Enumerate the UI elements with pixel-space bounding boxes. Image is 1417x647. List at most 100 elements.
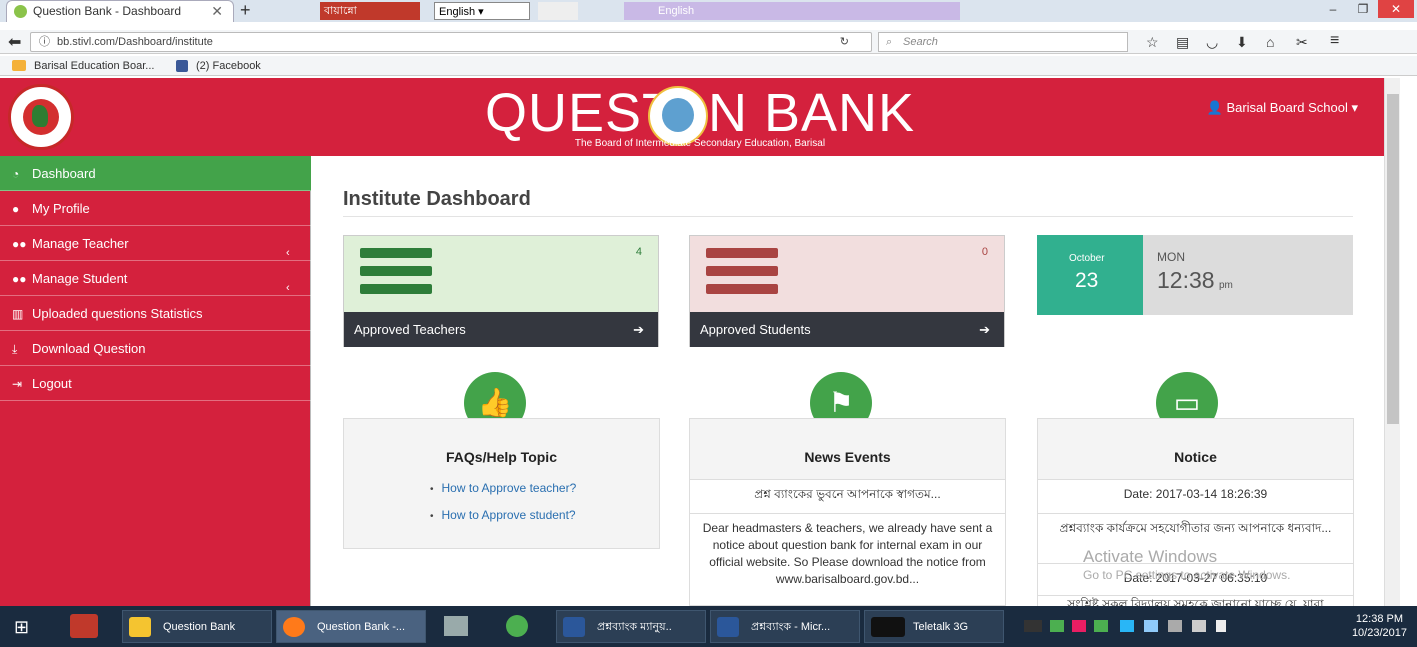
clock-date: 10/23/2017	[1351, 627, 1407, 639]
tray-app-icon[interactable]	[1024, 620, 1042, 632]
modem-icon	[871, 617, 905, 637]
bookmark-barisal[interactable]: Barisal Education Boar...	[34, 56, 154, 76]
news-title: News Events	[804, 449, 891, 465]
tray-app-icon[interactable]	[1120, 620, 1134, 632]
map-icon	[32, 105, 48, 127]
calculator-icon[interactable]	[444, 616, 468, 636]
user-icon: 👤	[1206, 100, 1223, 115]
flash-icon[interactable]	[70, 614, 98, 638]
volume-icon[interactable]	[1192, 620, 1206, 632]
taskbar-clock[interactable]: 12:38 PM 10/23/2017	[1352, 612, 1407, 640]
list-bar	[706, 266, 778, 276]
page-scrollbar[interactable]	[1384, 78, 1400, 606]
date-block: October 23	[1037, 235, 1143, 315]
sidebar-item-label: Manage Teacher	[32, 236, 129, 251]
card-footer[interactable]: Approved Students ➔	[690, 312, 1004, 347]
taskbar-item-firefox[interactable]: Question Bank -...	[276, 610, 426, 643]
scroll-thumb[interactable]	[1387, 94, 1399, 424]
translate-toolbar[interactable]: English	[624, 2, 960, 20]
page-title: Institute Dashboard	[343, 188, 531, 210]
list-bar	[360, 266, 432, 276]
battery-icon[interactable]	[1216, 620, 1226, 632]
users-icon: ●●	[12, 237, 27, 251]
sidebar-item-logout[interactable]: ⇥ Logout	[0, 366, 311, 401]
sidebar-item-my-profile[interactable]: ● My Profile	[0, 191, 311, 226]
word-icon	[717, 617, 739, 637]
word-icon	[563, 617, 585, 637]
govt-seal-logo	[8, 84, 74, 150]
search-placeholder: Search	[903, 36, 938, 48]
browser-tab[interactable]: Question Bank - Dashboard ✕	[6, 0, 234, 22]
date-time-card: October 23 MON 12:38 pm	[1037, 235, 1353, 315]
faq-link-approve-teacher[interactable]: How to Approve teacher?	[430, 481, 577, 495]
approved-students-card[interactable]: 0 Approved Students ➔	[689, 235, 1005, 347]
card-body: 0	[690, 236, 1004, 312]
approved-teachers-card[interactable]: 4 Approved Teachers ➔	[343, 235, 659, 347]
taskbar-item-label: Teletalk 3G	[913, 621, 969, 633]
list-bar	[360, 284, 432, 294]
back-arrow-icon[interactable]: ⬅	[8, 32, 21, 52]
reading-list-icon[interactable]: ▤	[1176, 34, 1189, 51]
bookmark-facebook[interactable]: (2) Facebook	[196, 56, 261, 76]
faq-link-approve-student[interactable]: How to Approve student?	[430, 508, 576, 522]
divider	[343, 216, 1353, 217]
sidebar-item-statistics[interactable]: ▥ Uploaded questions Statistics	[0, 296, 311, 331]
menu-icon[interactable]: ≡	[1330, 32, 1339, 50]
chrome-icon[interactable]	[506, 615, 528, 637]
language-select-value: English	[439, 6, 476, 18]
sidebar-item-manage-student[interactable]: ●● Manage Student ‹	[0, 261, 311, 296]
tray-app-icon[interactable]	[1144, 620, 1158, 632]
activate-windows-hint: Go to PC settings to activate Windows.	[1083, 568, 1291, 582]
restore-button[interactable]: ❐	[1348, 0, 1378, 18]
site-favicon-icon	[14, 5, 27, 18]
sidebar-item-label: Download Question	[32, 341, 146, 356]
downloads-icon[interactable]: ⬇	[1236, 34, 1248, 51]
taskbar-item-label: প্রশ্নব্যাংক ম্যানুয়..	[597, 621, 672, 633]
windows-start-icon[interactable]: ⊞	[14, 617, 29, 638]
tray-app-icon[interactable]	[1050, 620, 1064, 632]
tray-app-icon[interactable]	[1072, 620, 1086, 632]
news-headline[interactable]: প্রশ্ন ব্যাংকের ভুবনে আপনাকে স্বাগতম...	[690, 479, 1005, 513]
taskbar-item-word-manual[interactable]: প্রশ্নব্যাংক ম্যানুয়..	[556, 610, 706, 643]
news-body: Dear headmasters & teachers, we already …	[690, 513, 1005, 605]
new-tab-button[interactable]: +	[240, 0, 251, 20]
sidebar-item-label: Manage Student	[32, 271, 128, 286]
sidebar-item-manage-teacher[interactable]: ●● Manage Teacher ‹	[0, 226, 311, 261]
bookmarks-bar: Barisal Education Boar... (2) Facebook	[0, 56, 1417, 76]
notice-text[interactable]: প্রশ্নব্যাংক কার্যক্রমে সহযোগীতার জন্য আ…	[1038, 513, 1353, 563]
seal-disc	[23, 99, 59, 135]
sidebar-item-download-question[interactable]: ⤓ Download Question	[0, 331, 311, 366]
sidebar-item-dashboard[interactable]: ◔ Dashboard	[0, 156, 311, 191]
sidebar-item-label: Dashboard	[32, 166, 96, 181]
news-panel: News Events প্রশ্ন ব্যাংকের ভুবনে আপনাকে…	[689, 418, 1006, 606]
search-box[interactable]: ⌕ Search	[878, 32, 1128, 52]
taskbar-item-label: Question Bank	[163, 621, 236, 633]
minimize-button[interactable]: –	[1318, 0, 1348, 18]
info-icon[interactable]: ⓘ	[39, 33, 50, 51]
taskbar-item-explorer[interactable]: Question Bank	[122, 610, 272, 643]
tray-app-icon[interactable]	[1094, 620, 1108, 632]
extension-icons[interactable]	[538, 2, 578, 20]
bookmark-star-icon[interactable]: ☆	[1146, 34, 1159, 51]
address-bar-url: bb.stivl.com/Dashboard/institute	[57, 36, 213, 48]
home-icon[interactable]: ⌂	[1266, 34, 1274, 50]
reload-icon[interactable]: ↻	[840, 33, 849, 51]
users-icon: ●●	[12, 272, 27, 286]
bangla-extension[interactable]: বায়ান্নো	[320, 2, 420, 20]
taskbar-item-teletalk[interactable]: Teletalk 3G	[864, 610, 1004, 643]
network-icon[interactable]	[1168, 620, 1182, 632]
address-bar[interactable]: ⓘ bb.stivl.com/Dashboard/institute ↻	[30, 32, 872, 52]
tachometer-icon: ◔	[12, 167, 20, 181]
logout-icon: ⇥	[12, 377, 23, 391]
pocket-icon[interactable]: ◡	[1206, 34, 1218, 51]
tab-close-icon[interactable]: ✕	[211, 1, 223, 21]
user-menu[interactable]: 👤 Barisal Board School ▾	[1207, 100, 1358, 116]
close-window-button[interactable]: ✕	[1378, 0, 1414, 18]
language-select[interactable]: English ▾	[434, 2, 530, 20]
system-tray-icons[interactable]	[1024, 616, 1244, 636]
site-brand: QUESTI N BANK The Board of Intermediate …	[440, 82, 960, 152]
taskbar-item-word-doc[interactable]: প্রশ্নব্যাংক - Micr...	[710, 610, 860, 643]
card-footer[interactable]: Approved Teachers ➔	[344, 312, 658, 347]
arrow-circle-right-icon: ➔	[633, 322, 644, 337]
extension-icon[interactable]: ✂	[1296, 34, 1308, 51]
